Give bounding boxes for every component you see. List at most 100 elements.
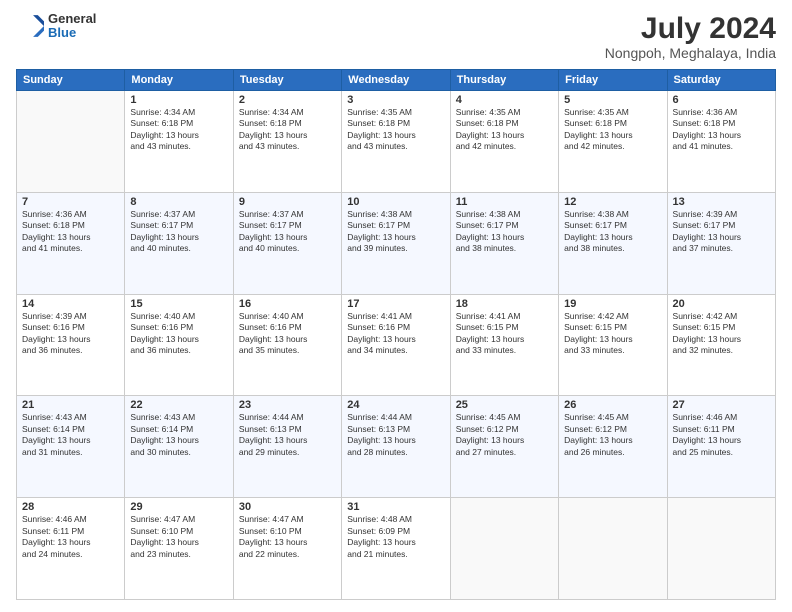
calendar-day-cell: 7Sunrise: 4:36 AMSunset: 6:18 PMDaylight… (17, 192, 125, 294)
day-info: Sunrise: 4:42 AMSunset: 6:15 PMDaylight:… (673, 311, 770, 357)
day-number: 31 (347, 501, 444, 513)
calendar-day-cell: 4Sunrise: 4:35 AMSunset: 6:18 PMDaylight… (450, 91, 558, 193)
calendar-day-cell: 3Sunrise: 4:35 AMSunset: 6:18 PMDaylight… (342, 91, 450, 193)
calendar-day-cell: 24Sunrise: 4:44 AMSunset: 6:13 PMDayligh… (342, 396, 450, 498)
title-block: July 2024 Nongpoh, Meghalaya, India (605, 12, 776, 61)
calendar-header-cell: Thursday (450, 70, 558, 91)
day-info: Sunrise: 4:45 AMSunset: 6:12 PMDaylight:… (456, 412, 553, 458)
day-info: Sunrise: 4:43 AMSunset: 6:14 PMDaylight:… (22, 412, 119, 458)
day-info: Sunrise: 4:41 AMSunset: 6:16 PMDaylight:… (347, 311, 444, 357)
day-number: 25 (456, 399, 553, 411)
calendar-week-row: 7Sunrise: 4:36 AMSunset: 6:18 PMDaylight… (17, 192, 776, 294)
calendar-day-cell: 9Sunrise: 4:37 AMSunset: 6:17 PMDaylight… (233, 192, 341, 294)
calendar-day-cell (559, 498, 667, 600)
calendar-day-cell: 2Sunrise: 4:34 AMSunset: 6:18 PMDaylight… (233, 91, 341, 193)
day-info: Sunrise: 4:45 AMSunset: 6:12 PMDaylight:… (564, 412, 661, 458)
day-info: Sunrise: 4:43 AMSunset: 6:14 PMDaylight:… (130, 412, 227, 458)
day-number: 5 (564, 94, 661, 106)
day-info: Sunrise: 4:36 AMSunset: 6:18 PMDaylight:… (22, 209, 119, 255)
day-number: 13 (673, 196, 770, 208)
day-info: Sunrise: 4:40 AMSunset: 6:16 PMDaylight:… (130, 311, 227, 357)
calendar-day-cell: 26Sunrise: 4:45 AMSunset: 6:12 PMDayligh… (559, 396, 667, 498)
day-number: 2 (239, 94, 336, 106)
day-number: 27 (673, 399, 770, 411)
day-number: 24 (347, 399, 444, 411)
month-title: July 2024 (605, 12, 776, 45)
day-info: Sunrise: 4:47 AMSunset: 6:10 PMDaylight:… (239, 514, 336, 560)
calendar-header-row: SundayMondayTuesdayWednesdayThursdayFrid… (17, 70, 776, 91)
logo-line2: Blue (48, 26, 96, 40)
day-number: 15 (130, 298, 227, 310)
day-number: 9 (239, 196, 336, 208)
logo-line1: General (48, 12, 96, 26)
calendar-day-cell: 31Sunrise: 4:48 AMSunset: 6:09 PMDayligh… (342, 498, 450, 600)
calendar-page: General Blue July 2024 Nongpoh, Meghalay… (0, 0, 792, 612)
day-info: Sunrise: 4:44 AMSunset: 6:13 PMDaylight:… (239, 412, 336, 458)
calendar-week-row: 14Sunrise: 4:39 AMSunset: 6:16 PMDayligh… (17, 294, 776, 396)
calendar-header-cell: Saturday (667, 70, 775, 91)
day-number: 7 (22, 196, 119, 208)
day-number: 17 (347, 298, 444, 310)
day-info: Sunrise: 4:39 AMSunset: 6:16 PMDaylight:… (22, 311, 119, 357)
calendar-day-cell: 13Sunrise: 4:39 AMSunset: 6:17 PMDayligh… (667, 192, 775, 294)
header: General Blue July 2024 Nongpoh, Meghalay… (16, 12, 776, 61)
calendar-day-cell: 17Sunrise: 4:41 AMSunset: 6:16 PMDayligh… (342, 294, 450, 396)
logo-icon (16, 12, 44, 40)
day-info: Sunrise: 4:42 AMSunset: 6:15 PMDaylight:… (564, 311, 661, 357)
calendar-day-cell: 28Sunrise: 4:46 AMSunset: 6:11 PMDayligh… (17, 498, 125, 600)
logo: General Blue (16, 12, 96, 41)
day-number: 16 (239, 298, 336, 310)
day-number: 8 (130, 196, 227, 208)
calendar-week-row: 1Sunrise: 4:34 AMSunset: 6:18 PMDaylight… (17, 91, 776, 193)
calendar-day-cell (17, 91, 125, 193)
day-info: Sunrise: 4:38 AMSunset: 6:17 PMDaylight:… (456, 209, 553, 255)
day-info: Sunrise: 4:36 AMSunset: 6:18 PMDaylight:… (673, 107, 770, 153)
day-info: Sunrise: 4:37 AMSunset: 6:17 PMDaylight:… (239, 209, 336, 255)
day-number: 20 (673, 298, 770, 310)
calendar-day-cell: 12Sunrise: 4:38 AMSunset: 6:17 PMDayligh… (559, 192, 667, 294)
day-number: 4 (456, 94, 553, 106)
day-info: Sunrise: 4:37 AMSunset: 6:17 PMDaylight:… (130, 209, 227, 255)
day-info: Sunrise: 4:41 AMSunset: 6:15 PMDaylight:… (456, 311, 553, 357)
calendar-table: SundayMondayTuesdayWednesdayThursdayFrid… (16, 69, 776, 600)
day-info: Sunrise: 4:44 AMSunset: 6:13 PMDaylight:… (347, 412, 444, 458)
calendar-day-cell: 8Sunrise: 4:37 AMSunset: 6:17 PMDaylight… (125, 192, 233, 294)
day-number: 18 (456, 298, 553, 310)
day-number: 1 (130, 94, 227, 106)
day-info: Sunrise: 4:35 AMSunset: 6:18 PMDaylight:… (564, 107, 661, 153)
day-info: Sunrise: 4:38 AMSunset: 6:17 PMDaylight:… (564, 209, 661, 255)
calendar-day-cell: 14Sunrise: 4:39 AMSunset: 6:16 PMDayligh… (17, 294, 125, 396)
day-number: 26 (564, 399, 661, 411)
day-info: Sunrise: 4:47 AMSunset: 6:10 PMDaylight:… (130, 514, 227, 560)
calendar-day-cell: 23Sunrise: 4:44 AMSunset: 6:13 PMDayligh… (233, 396, 341, 498)
calendar-day-cell: 19Sunrise: 4:42 AMSunset: 6:15 PMDayligh… (559, 294, 667, 396)
calendar-day-cell: 22Sunrise: 4:43 AMSunset: 6:14 PMDayligh… (125, 396, 233, 498)
day-number: 28 (22, 501, 119, 513)
calendar-day-cell: 21Sunrise: 4:43 AMSunset: 6:14 PMDayligh… (17, 396, 125, 498)
day-info: Sunrise: 4:46 AMSunset: 6:11 PMDaylight:… (22, 514, 119, 560)
day-number: 11 (456, 196, 553, 208)
calendar-day-cell: 20Sunrise: 4:42 AMSunset: 6:15 PMDayligh… (667, 294, 775, 396)
calendar-day-cell: 27Sunrise: 4:46 AMSunset: 6:11 PMDayligh… (667, 396, 775, 498)
day-info: Sunrise: 4:34 AMSunset: 6:18 PMDaylight:… (239, 107, 336, 153)
day-number: 30 (239, 501, 336, 513)
calendar-header-cell: Wednesday (342, 70, 450, 91)
calendar-day-cell: 1Sunrise: 4:34 AMSunset: 6:18 PMDaylight… (125, 91, 233, 193)
day-number: 6 (673, 94, 770, 106)
day-number: 19 (564, 298, 661, 310)
day-number: 29 (130, 501, 227, 513)
day-info: Sunrise: 4:38 AMSunset: 6:17 PMDaylight:… (347, 209, 444, 255)
calendar-day-cell: 10Sunrise: 4:38 AMSunset: 6:17 PMDayligh… (342, 192, 450, 294)
location-title: Nongpoh, Meghalaya, India (605, 45, 776, 61)
calendar-day-cell (667, 498, 775, 600)
calendar-day-cell (450, 498, 558, 600)
day-number: 10 (347, 196, 444, 208)
day-info: Sunrise: 4:46 AMSunset: 6:11 PMDaylight:… (673, 412, 770, 458)
calendar-day-cell: 6Sunrise: 4:36 AMSunset: 6:18 PMDaylight… (667, 91, 775, 193)
day-number: 23 (239, 399, 336, 411)
day-info: Sunrise: 4:35 AMSunset: 6:18 PMDaylight:… (456, 107, 553, 153)
day-info: Sunrise: 4:48 AMSunset: 6:09 PMDaylight:… (347, 514, 444, 560)
day-info: Sunrise: 4:35 AMSunset: 6:18 PMDaylight:… (347, 107, 444, 153)
calendar-week-row: 21Sunrise: 4:43 AMSunset: 6:14 PMDayligh… (17, 396, 776, 498)
day-info: Sunrise: 4:34 AMSunset: 6:18 PMDaylight:… (130, 107, 227, 153)
